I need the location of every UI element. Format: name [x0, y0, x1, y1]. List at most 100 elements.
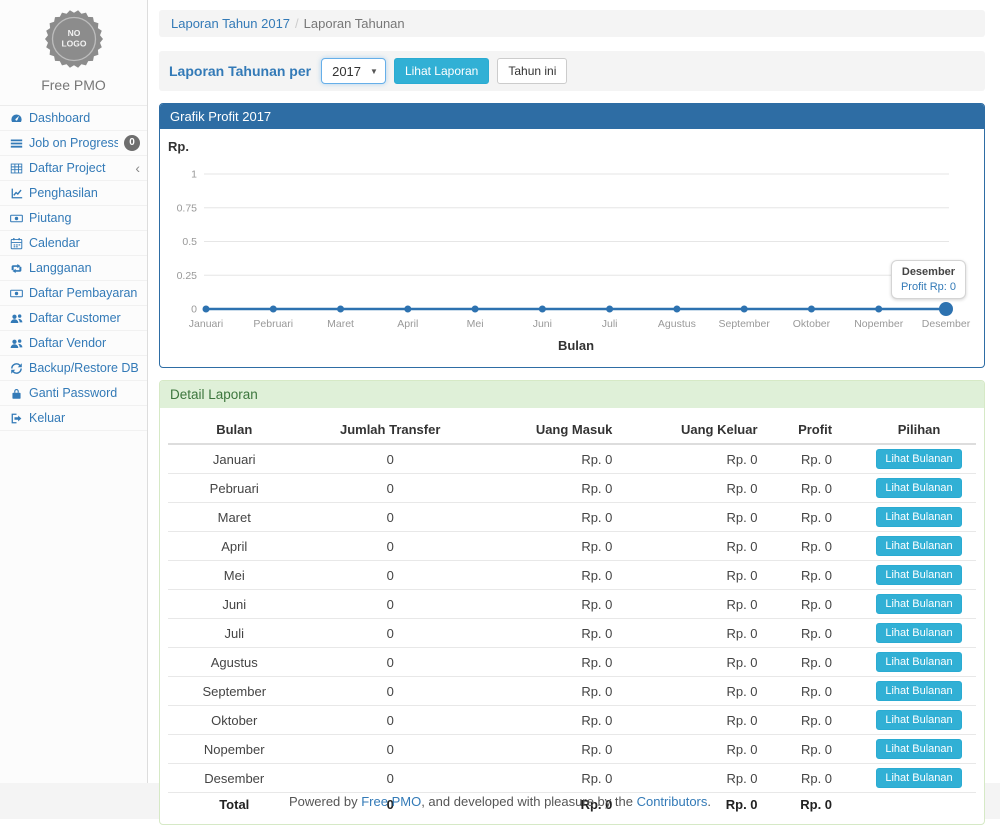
cell-profit: Rp. 0	[772, 503, 862, 532]
cell-profit: Rp. 0	[772, 706, 862, 735]
svg-text:September: September	[718, 318, 770, 330]
table-row: Januari0Rp. 0Rp. 0Rp. 0Lihat Bulanan	[168, 444, 976, 474]
report-panel-title: Detail Laporan	[160, 381, 984, 408]
cell-pilihan: Lihat Bulanan	[862, 444, 976, 474]
lihat-bulanan-button[interactable]: Lihat Bulanan	[876, 478, 961, 498]
cell-uang-keluar: Rp. 0	[654, 706, 771, 735]
cell-profit: Rp. 0	[772, 619, 862, 648]
breadcrumb: Laporan Tahun 2017/Laporan Tahunan	[159, 10, 985, 37]
breadcrumb-link-laporan-tahun[interactable]: Laporan Tahun 2017	[171, 16, 290, 31]
sidebar-item-label: Daftar Vendor	[29, 335, 140, 351]
cell-uang-keluar: Rp. 0	[654, 648, 771, 677]
cell-pilihan: Lihat Bulanan	[862, 706, 976, 735]
lock-icon	[9, 386, 23, 400]
sidebar-item-daftar-project[interactable]: Daftar Project‹	[0, 156, 147, 181]
cell-pilihan: Lihat Bulanan	[862, 735, 976, 764]
filter-label: Laporan Tahunan per	[169, 63, 311, 79]
svg-text:NO: NO	[67, 28, 80, 38]
breadcrumb-current: Laporan Tahunan	[304, 16, 405, 31]
sidebar-item-label: Ganti Password	[29, 385, 140, 401]
col-header-bulan: Bulan	[168, 416, 301, 444]
sidebar-item-daftar-customer[interactable]: Daftar Customer	[0, 306, 147, 331]
main-content: Laporan Tahun 2017/Laporan Tahunan Lapor…	[148, 0, 1000, 783]
lihat-bulanan-button[interactable]: Lihat Bulanan	[876, 594, 961, 614]
lihat-bulanan-button[interactable]: Lihat Bulanan	[876, 623, 961, 643]
cell-jumlah-transfer: 0	[301, 590, 480, 619]
cell-bulan: Juni	[168, 590, 301, 619]
lihat-bulanan-button[interactable]: Lihat Bulanan	[876, 507, 961, 527]
sidebar-item-langganan[interactable]: Langganan	[0, 256, 147, 281]
sidebar-item-label: Job on Progress	[29, 135, 118, 151]
col-header-uang-keluar: Uang Keluar	[654, 416, 771, 444]
sidebar-item-calendar[interactable]: Calendar	[0, 231, 147, 256]
sidebar-item-penghasilan[interactable]: Penghasilan	[0, 181, 147, 206]
year-select[interactable]: 2017 ▼	[321, 58, 386, 84]
sidebar-item-label: Piutang	[29, 210, 140, 226]
sidebar-item-backup-restore-db[interactable]: Backup/Restore DB	[0, 356, 147, 381]
lihat-laporan-button[interactable]: Lihat Laporan	[394, 58, 489, 84]
sidebar-item-job-on-progress[interactable]: Job on Progress 0	[0, 131, 147, 156]
sidebar-item-label: Calendar	[29, 235, 140, 251]
svg-text:Januari: Januari	[189, 318, 223, 330]
lihat-bulanan-button[interactable]: Lihat Bulanan	[876, 710, 961, 730]
refresh-icon	[9, 361, 23, 375]
cell-jumlah-transfer: 0	[301, 706, 480, 735]
tahun-ini-button[interactable]: Tahun ini	[497, 58, 567, 84]
cell-pilihan: Lihat Bulanan	[862, 503, 976, 532]
cell-uang-keluar: Rp. 0	[654, 590, 771, 619]
sidebar-item-label: Daftar Pembayaran	[29, 285, 140, 301]
cell-profit: Rp. 0	[772, 677, 862, 706]
sidebar-item-label: Langganan	[29, 260, 140, 276]
sidebar-item-dashboard[interactable]: Dashboard	[0, 106, 147, 131]
sidebar: NO LOGO Free PMO Dashboard Job on Progres…	[0, 0, 148, 783]
no-logo-seal: NO LOGO	[43, 58, 105, 73]
lihat-bulanan-button[interactable]: Lihat Bulanan	[876, 449, 961, 469]
detail-report-panel: Detail Laporan Bulan Jumlah Transfer Uan…	[159, 380, 985, 825]
brand-name: Free PMO	[0, 77, 147, 93]
calendar-icon	[9, 236, 23, 250]
lihat-bulanan-button[interactable]: Lihat Bulanan	[876, 739, 961, 759]
cell-uang-masuk: Rp. 0	[480, 503, 655, 532]
col-header-profit: Profit	[772, 416, 862, 444]
cell-uang-masuk: Rp. 0	[480, 677, 655, 706]
cell-uang-keluar: Rp. 0	[654, 677, 771, 706]
cell-jumlah-transfer: 0	[301, 532, 480, 561]
money-icon	[9, 286, 23, 300]
svg-text:Oktober: Oktober	[793, 318, 831, 330]
sidebar-item-label: Daftar Customer	[29, 310, 140, 326]
sidebar-item-piutang[interactable]: Piutang	[0, 206, 147, 231]
sidebar-item-daftar-vendor[interactable]: Daftar Vendor	[0, 331, 147, 356]
svg-text:Desember: Desember	[922, 318, 971, 330]
count-badge: 0	[124, 135, 140, 151]
cell-uang-masuk: Rp. 0	[480, 532, 655, 561]
free-pmo-link[interactable]: Free PMO	[361, 794, 421, 809]
table-row: September0Rp. 0Rp. 0Rp. 0Lihat Bulanan	[168, 677, 976, 706]
contributors-link[interactable]: Contributors	[637, 794, 708, 809]
cell-bulan: April	[168, 532, 301, 561]
lihat-bulanan-button[interactable]: Lihat Bulanan	[876, 768, 961, 788]
lihat-bulanan-button[interactable]: Lihat Bulanan	[876, 536, 961, 556]
tasks-icon	[9, 136, 23, 150]
chevron-down-icon: ▼	[370, 67, 378, 76]
lihat-bulanan-button[interactable]: Lihat Bulanan	[876, 565, 961, 585]
sidebar-item-ganti-password[interactable]: Ganti Password	[0, 381, 147, 406]
cell-uang-keluar: Rp. 0	[654, 532, 771, 561]
footer-text: Powered by Free PMO, and developed with …	[289, 794, 711, 809]
sidebar-item-label: Dashboard	[29, 110, 140, 126]
cell-jumlah-transfer: 0	[301, 444, 480, 474]
logo-box: NO LOGO Free PMO	[0, 0, 147, 97]
chart-canvas: Rp.00.250.50.751JanuariPebruariMaretApri…	[160, 129, 983, 367]
dashboard-icon	[9, 111, 23, 125]
lihat-bulanan-button[interactable]: Lihat Bulanan	[876, 652, 961, 672]
app-window: NO LOGO Free PMO Dashboard Job on Progres…	[0, 0, 1000, 783]
cell-bulan: Pebruari	[168, 474, 301, 503]
lihat-bulanan-button[interactable]: Lihat Bulanan	[876, 681, 961, 701]
sidebar-item-daftar-pembayaran[interactable]: Daftar Pembayaran	[0, 281, 147, 306]
svg-text:0.5: 0.5	[182, 236, 197, 248]
table-row: Juli0Rp. 0Rp. 0Rp. 0Lihat Bulanan	[168, 619, 976, 648]
cell-pilihan: Lihat Bulanan	[862, 764, 976, 793]
cell-jumlah-transfer: 0	[301, 619, 480, 648]
sidebar-item-keluar[interactable]: Keluar	[0, 406, 147, 431]
cell-bulan: Agustus	[168, 648, 301, 677]
cell-profit: Rp. 0	[772, 444, 862, 474]
